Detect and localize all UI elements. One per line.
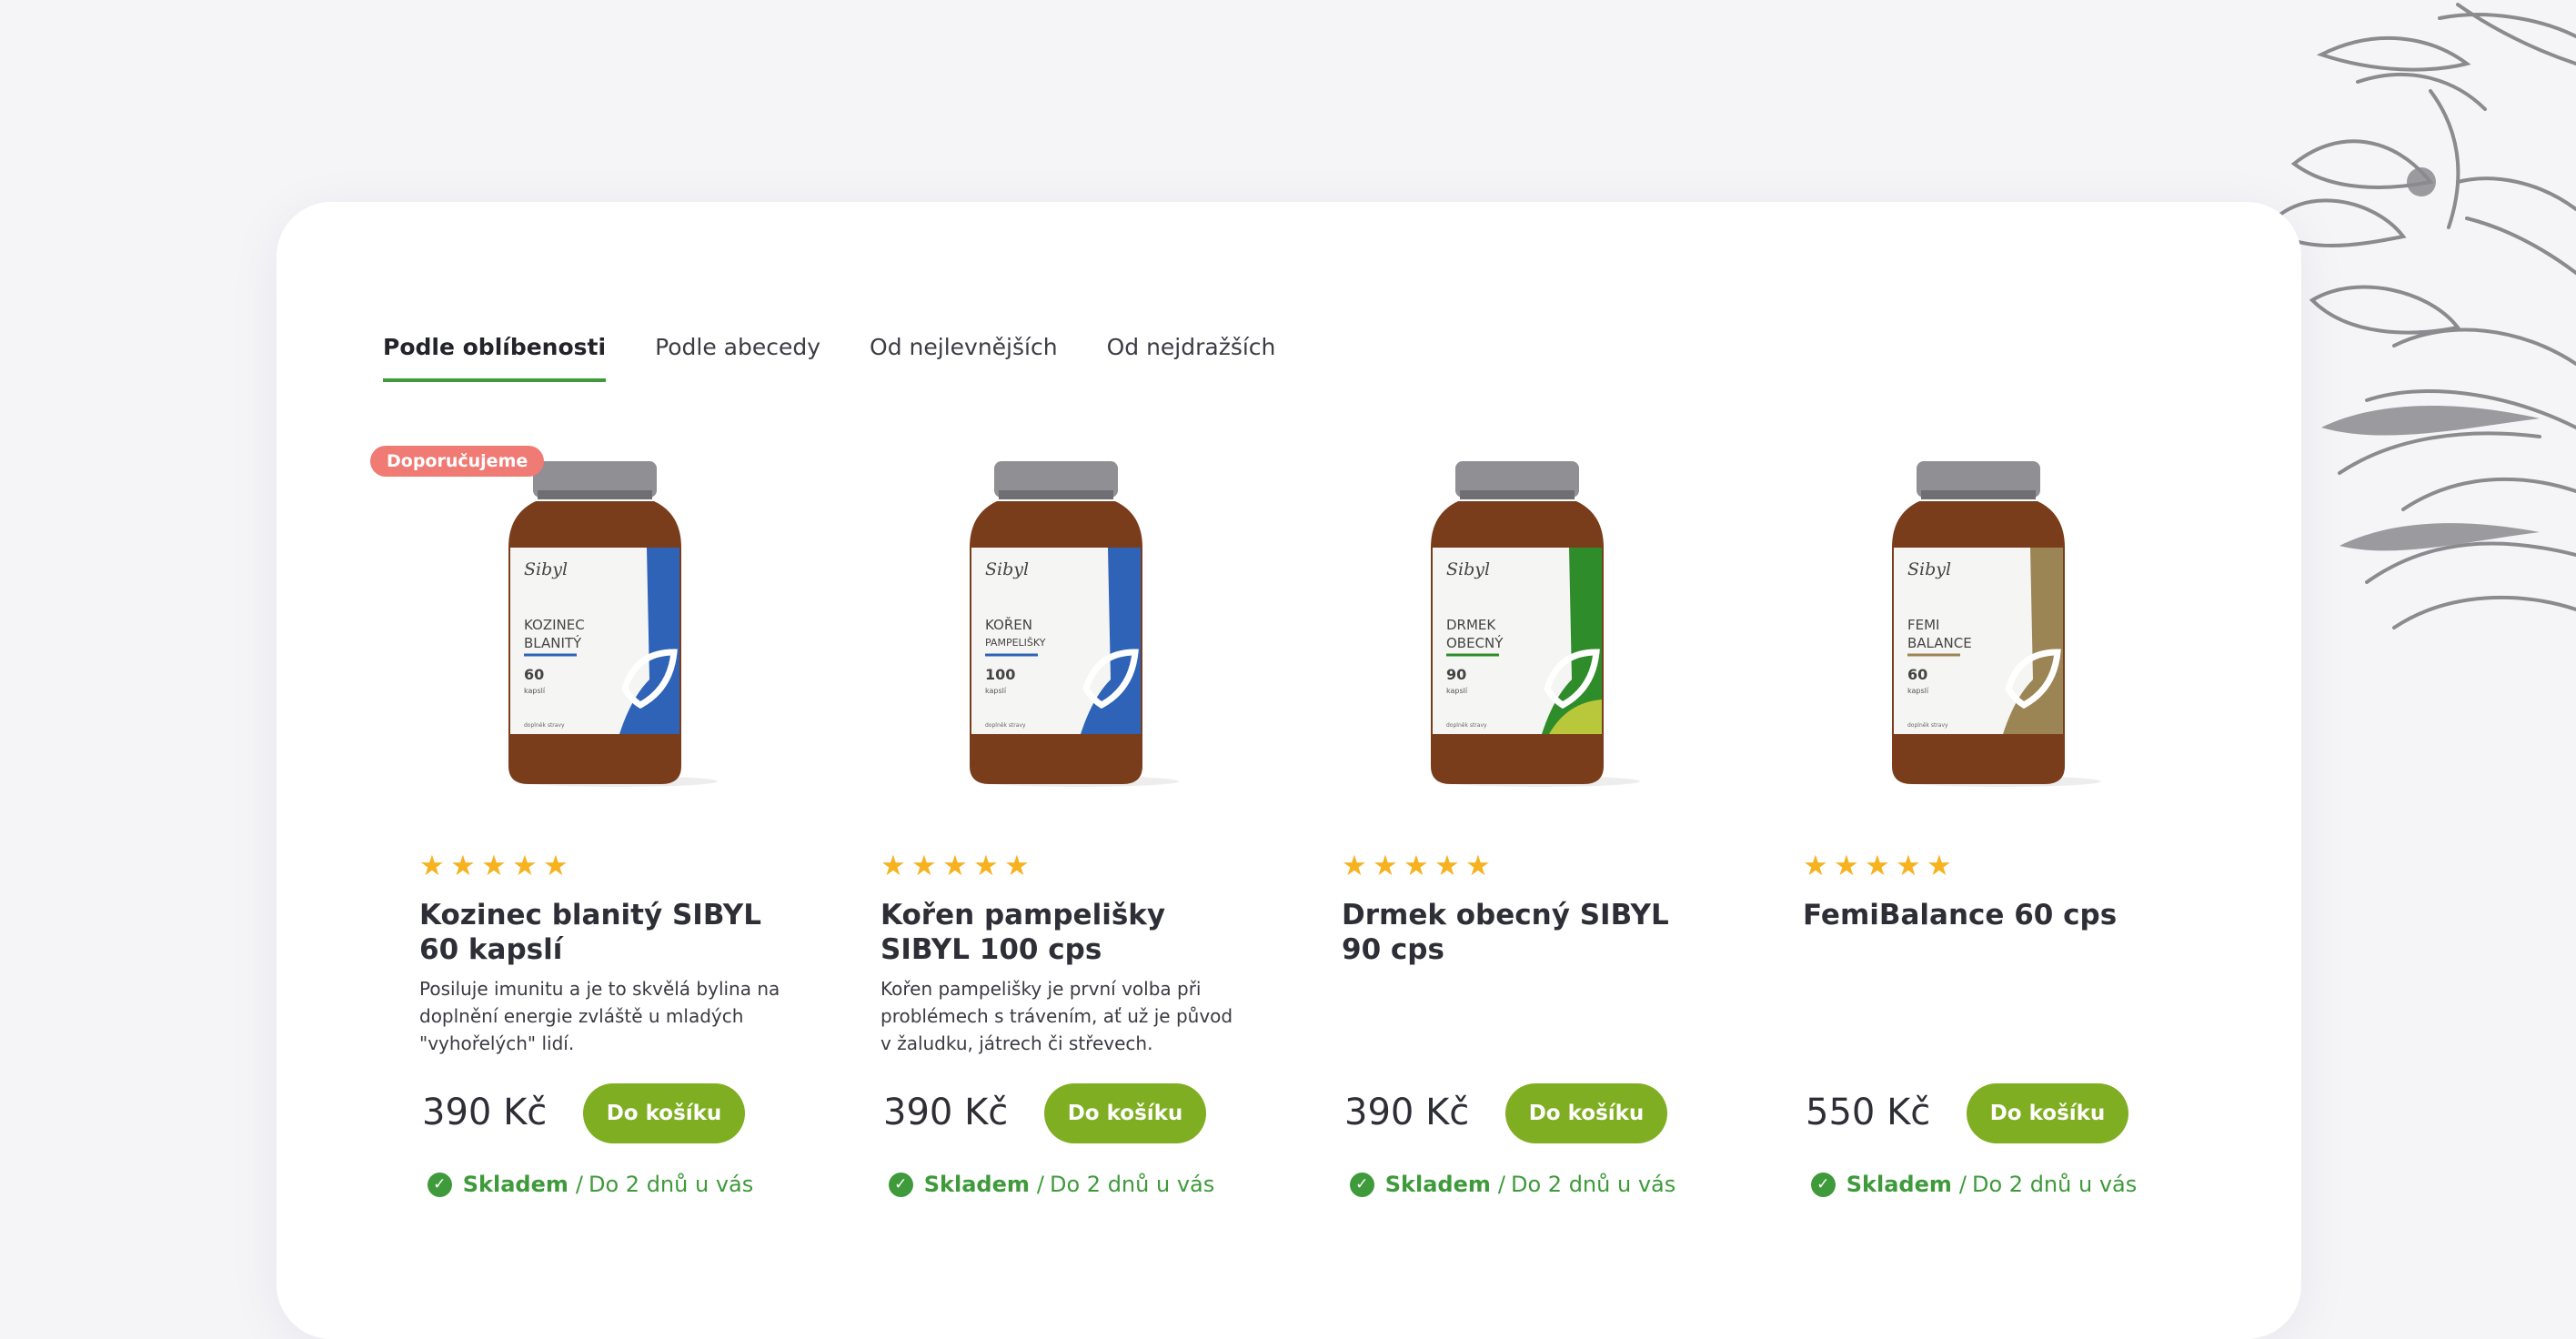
jar-unit: kapslí (524, 687, 546, 695)
jar-footer: doplněk stravy (1446, 722, 1487, 729)
jar-unit: kapslí (985, 687, 1007, 695)
jar-line2: PAMPELIŠKY (985, 637, 1046, 649)
recommended-badge: Doporučujeme (370, 446, 545, 477)
delivery-time: Do 2 dnů u vás (589, 1172, 754, 1197)
star-icon: ★ (512, 850, 538, 882)
stock-label: Skladem (923, 1172, 1030, 1197)
product-name[interactable]: Drmek obecný SIBYL 90 cps (1342, 898, 1706, 967)
rating-stars: ★ ★ ★ ★ ★ (880, 851, 1035, 881)
jar-line2: BLANITÝ (524, 634, 582, 651)
star-icon: ★ (1927, 850, 1952, 882)
product-image[interactable]: Sibyl KOŘEN PAMPELIŠKY 100 kapslí doplně… (933, 461, 1179, 798)
product-description: Kořen pampelišky je první volba při prob… (880, 978, 1233, 1054)
tab-sort-most-expensive[interactable]: Od nejdražších (1107, 334, 1276, 382)
product-price: 390 Kč (422, 1092, 548, 1133)
jar-line1: FEMI (1907, 617, 1939, 633)
star-icon: ★ (1373, 850, 1398, 882)
rating-stars: ★ ★ ★ ★ ★ (1342, 851, 1496, 881)
star-icon: ★ (543, 850, 569, 882)
check-icon: ✓ (888, 1172, 913, 1197)
jar-count: 60 (524, 666, 544, 683)
jar-count: 100 (985, 666, 1015, 683)
product-name[interactable]: Kořen pampelišky SIBYL 100 cps (880, 898, 1244, 967)
jar-brand: Sibyl (1907, 559, 1951, 579)
jar-line2: OBECNÝ (1446, 634, 1504, 651)
star-icon: ★ (1865, 850, 1890, 882)
star-icon: ★ (419, 850, 445, 882)
jar-brand: Sibyl (524, 559, 568, 579)
stock-separator: / (1497, 1172, 1505, 1197)
add-to-cart-button[interactable]: Do košíku (583, 1083, 745, 1143)
product-name[interactable]: Kozinec blanitý SIBYL 60 kapslí (419, 898, 783, 967)
tab-sort-alphabet[interactable]: Podle abecedy (655, 334, 820, 382)
delivery-time: Do 2 dnů u vás (1972, 1172, 2138, 1197)
stock-label: Skladem (1384, 1172, 1491, 1197)
add-to-cart-button[interactable]: Do košíku (1967, 1083, 2128, 1143)
product-price: 550 Kč (1806, 1092, 1931, 1133)
jar-count: 60 (1907, 666, 1927, 683)
delivery-time: Do 2 dnů u vás (1511, 1172, 1676, 1197)
star-icon: ★ (973, 850, 999, 882)
jar-footer: doplněk stravy (1907, 722, 1948, 729)
rating-stars: ★ ★ ★ ★ ★ (419, 851, 574, 881)
jar-brand: Sibyl (1446, 559, 1490, 579)
stock-status: ✓ Skladem / Do 2 dnů u vás (381, 1172, 800, 1197)
product-name[interactable]: FemiBalance 60 cps (1803, 898, 2167, 932)
check-icon: ✓ (427, 1172, 452, 1197)
star-icon: ★ (911, 850, 937, 882)
jar-count: 90 (1446, 666, 1466, 683)
star-icon: ★ (481, 850, 507, 882)
star-icon: ★ (450, 850, 476, 882)
stock-status: ✓ Skladem / Do 2 dnů u vás (1303, 1172, 1722, 1197)
jar-brand: Sibyl (985, 559, 1029, 579)
product-card: Sibyl FEMI BALANCE 60 kapslí doplněk str… (1765, 457, 2183, 1266)
stock-separator: / (1036, 1172, 1044, 1197)
stock-status: ✓ Skladem / Do 2 dnů u vás (1765, 1172, 2183, 1197)
stock-label: Skladem (1846, 1172, 1952, 1197)
stock-label: Skladem (462, 1172, 569, 1197)
star-icon: ★ (1896, 850, 1921, 882)
jar-line2: BALANCE (1907, 635, 1972, 651)
product-image[interactable]: Sibyl DRMEK OBECNÝ 90 kapslí doplněk str… (1394, 461, 1640, 798)
jar-unit: kapslí (1907, 687, 1929, 695)
product-card: Sibyl KOŘEN PAMPELIŠKY 100 kapslí doplně… (842, 457, 1261, 1266)
star-icon: ★ (880, 850, 906, 882)
tab-sort-cheapest[interactable]: Od nejlevnějších (870, 334, 1058, 382)
product-card: Sibyl DRMEK OBECNÝ 90 kapslí doplněk str… (1303, 457, 1722, 1266)
star-icon: ★ (1404, 850, 1429, 882)
jar-line1: KOŘEN (985, 616, 1032, 633)
tab-sort-popularity[interactable]: Podle oblíbenosti (383, 334, 607, 382)
product-image[interactable]: Sibyl FEMI BALANCE 60 kapslí doplněk str… (1856, 461, 2101, 798)
product-price: 390 Kč (883, 1092, 1009, 1133)
product-image[interactable]: Sibyl KOZINEC BLANITÝ 60 kapslí doplněk … (472, 461, 718, 798)
jar-unit: kapslí (1446, 687, 1468, 695)
product-price: 390 Kč (1344, 1092, 1470, 1133)
check-icon: ✓ (1349, 1172, 1374, 1197)
product-card: Doporučujeme Sibyl KOZINEC BLANITÝ 60 ka… (370, 446, 800, 1266)
add-to-cart-button[interactable]: Do košíku (1044, 1083, 1206, 1143)
stock-separator: / (1958, 1172, 1967, 1197)
star-icon: ★ (1342, 850, 1367, 882)
rating-stars: ★ ★ ★ ★ ★ (1803, 851, 1957, 881)
check-icon: ✓ (1810, 1172, 1836, 1197)
star-icon: ★ (1803, 850, 1828, 882)
sort-tabs: Podle oblíbenosti Podle abecedy Od nejle… (383, 334, 1324, 382)
add-to-cart-button[interactable]: Do košíku (1505, 1083, 1667, 1143)
star-icon: ★ (1834, 850, 1859, 882)
stock-status: ✓ Skladem / Do 2 dnů u vás (842, 1172, 1261, 1197)
star-icon: ★ (1465, 850, 1491, 882)
jar-line1: DRMEK (1446, 617, 1496, 633)
star-icon: ★ (1434, 850, 1460, 882)
jar-footer: doplněk stravy (524, 722, 565, 729)
star-icon: ★ (942, 850, 968, 882)
star-icon: ★ (1004, 850, 1030, 882)
product-listing-card: Podle oblíbenosti Podle abecedy Od nejle… (277, 202, 2301, 1339)
delivery-time: Do 2 dnů u vás (1050, 1172, 1215, 1197)
jar-line1: KOZINEC (524, 617, 585, 633)
jar-footer: doplněk stravy (985, 722, 1026, 729)
product-description: Posiluje imunitu a je to skvělá bylina n… (419, 978, 780, 1054)
stock-separator: / (575, 1172, 583, 1197)
